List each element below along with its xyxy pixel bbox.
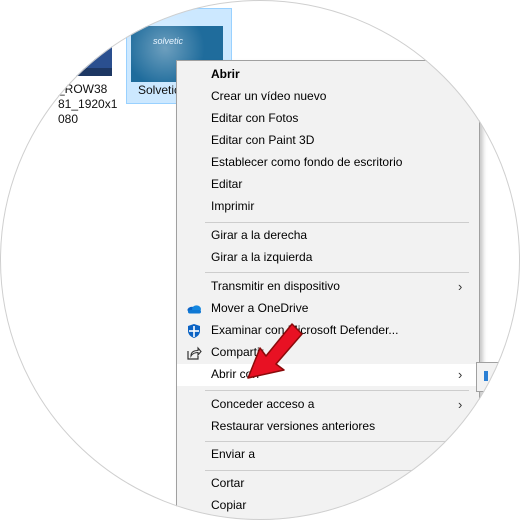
menu-item-send-to[interactable]: Enviar a [177,444,479,466]
chevron-right-icon: › [458,397,463,412]
menu-item-label: Editar con Paint 3D [211,133,315,147]
menu-separator [205,470,469,471]
menu-item-label: Editar [211,177,243,191]
menu-item-label: Editar con Fotos [211,111,299,125]
menu-item-label: Transmitir en dispositivo [211,279,340,293]
chevron-right-icon: › [458,367,463,382]
menu-separator [205,390,469,391]
screenshot-frame: _ROW38 81_1920x1 080 solvetic Solvetic A… [0,0,520,520]
menu-item-label: Enviar a [211,447,256,461]
thumbnail-logo-text: solvetic [153,36,184,46]
menu-item-scan-defender[interactable]: Examinar con Microsoft Defender... [177,320,479,342]
menu-separator [205,441,469,442]
menu-item-give-access[interactable]: Conceder acceso a › [177,394,479,416]
menu-item-open[interactable]: Abrir [177,64,479,86]
menu-item-cast-to-device[interactable]: Transmitir en dispositivo › [177,276,479,298]
menu-item-label: Mover a OneDrive [211,301,309,315]
menu-item-edit-photos[interactable]: Editar con Fotos [177,108,479,130]
menu-item-label: Copiar [211,498,247,512]
share-icon [186,345,202,361]
menu-item-create-video[interactable]: Crear un vídeo nuevo [177,86,479,108]
image-file-thumbnail[interactable] [58,36,112,76]
menu-item-label: Cortar [211,476,245,490]
context-menu: Abrir Crear un vídeo nuevo Editar con Fo… [176,60,480,520]
file-label[interactable]: _ROW38 81_1920x1 080 [58,82,117,127]
menu-item-label: Restaurar versiones anteriores [211,419,376,433]
menu-item-set-wallpaper[interactable]: Establecer como fondo de escritorio [177,152,479,174]
menu-item-rotate-right[interactable]: Girar a la derecha [177,225,479,247]
menu-item-rotate-left[interactable]: Girar a la izquierda [177,247,479,269]
menu-item-label: Girar a la derecha [211,228,308,242]
defender-shield-icon [186,323,202,339]
menu-item-label: Crear un vídeo nuevo [211,89,327,103]
menu-item-label: Imprimir [211,199,255,213]
menu-separator [205,272,469,273]
menu-item-copy[interactable]: Copiar [177,495,479,517]
menu-item-open-with[interactable]: Abrir con › [177,364,479,386]
menu-item-edit[interactable]: Editar [177,174,479,196]
menu-item-move-to-onedrive[interactable]: Mover a OneDrive [177,298,479,320]
app-icon [484,371,488,381]
menu-item-edit-paint3d[interactable]: Editar con Paint 3D [177,130,479,152]
red-arrow-pointer-icon [247,323,303,379]
selected-file-label[interactable]: Solvetic [138,83,180,98]
menu-item-cut[interactable]: Cortar [177,473,479,495]
chevron-right-icon: › [458,279,463,294]
menu-item-print[interactable]: Imprimir [177,196,479,218]
menu-item-share[interactable]: Compartir [177,342,479,364]
menu-item-label: Conceder acceso a [211,397,315,411]
menu-item-label: Abrir [211,67,240,81]
menu-item-restore-versions[interactable]: Restaurar versiones anteriores [177,416,479,438]
onedrive-icon [186,301,202,317]
menu-separator [205,222,469,223]
menu-item-label: Girar a la izquierda [211,250,313,264]
menu-item-label: Establecer como fondo de escritorio [211,155,403,169]
open-with-submenu[interactable] [476,362,520,392]
